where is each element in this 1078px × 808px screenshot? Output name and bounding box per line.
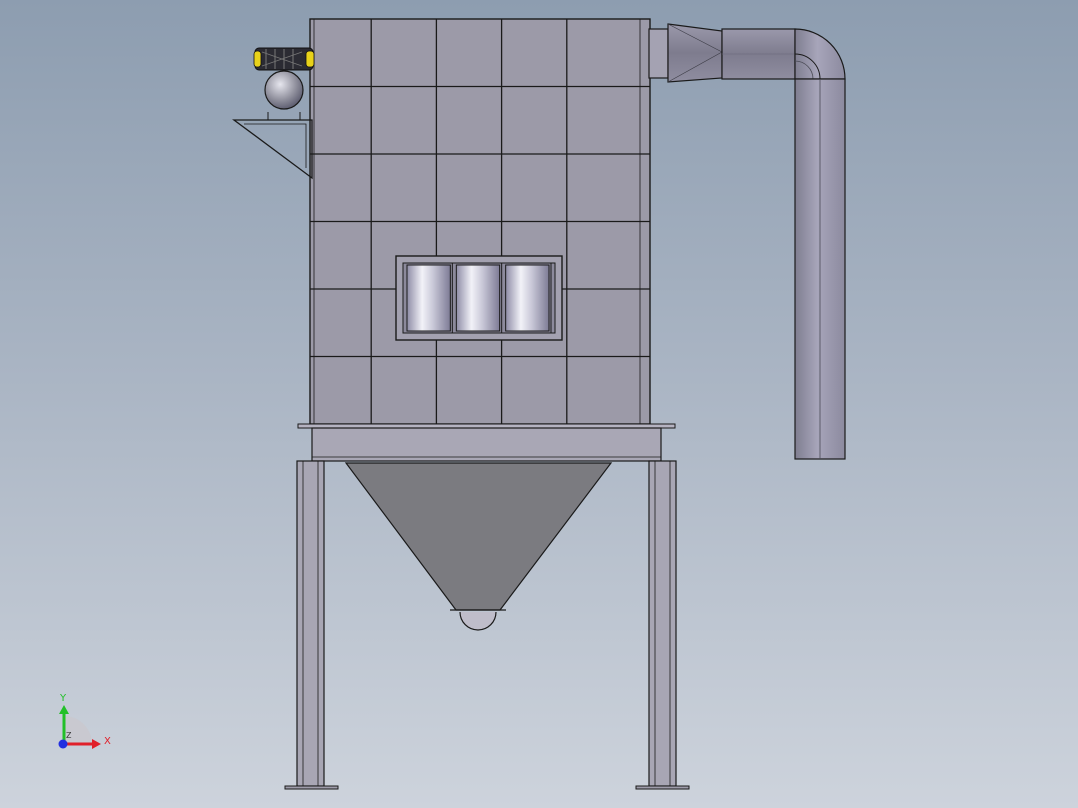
inspection-window[interactable] xyxy=(395,255,563,341)
hopper[interactable] xyxy=(344,462,613,631)
duct-reducer xyxy=(667,23,723,83)
right-leg[interactable] xyxy=(635,460,690,790)
y-axis-label: Y xyxy=(59,693,67,704)
outlet-duct[interactable] xyxy=(648,23,846,460)
filter-tubes xyxy=(406,263,552,333)
coordinate-triad: X Y Z xyxy=(58,693,111,749)
pulse-motor-assembly[interactable] xyxy=(232,47,315,180)
filter-tube xyxy=(406,263,453,333)
filter-tube xyxy=(455,263,503,333)
cad-viewport[interactable]: X Y Z xyxy=(0,0,1078,808)
motor-housing xyxy=(264,70,304,110)
x-axis-label: X xyxy=(104,736,111,747)
motor-body xyxy=(253,47,315,71)
z-axis-arrow xyxy=(58,739,68,749)
filter-tube xyxy=(505,263,552,333)
model-drawing: X Y Z xyxy=(58,18,846,790)
collector-body[interactable] xyxy=(309,18,651,425)
z-axis-label: Z xyxy=(66,731,72,740)
duct-elbow xyxy=(794,28,846,80)
discharge-valve xyxy=(459,611,497,631)
left-leg[interactable] xyxy=(284,460,339,790)
